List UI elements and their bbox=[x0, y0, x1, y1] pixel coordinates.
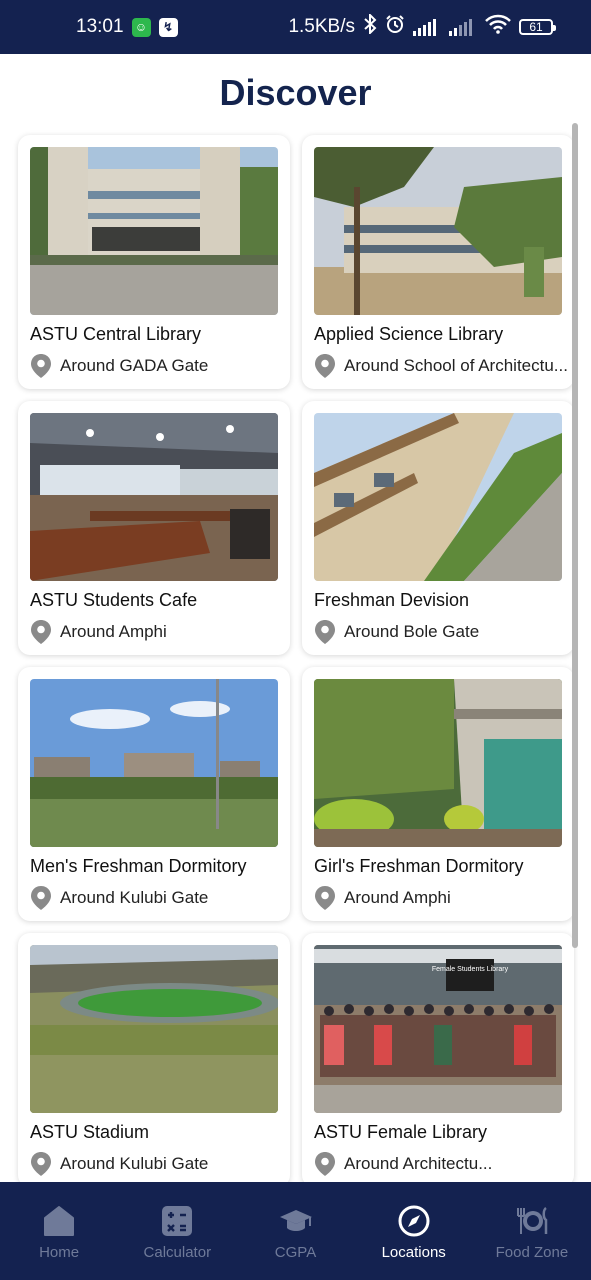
place-location: Around Amphi bbox=[314, 885, 574, 911]
place-location-text: Around Amphi bbox=[344, 888, 451, 907]
place-photo bbox=[30, 413, 278, 581]
calculator-icon bbox=[162, 1206, 193, 1236]
battery-icon: 61 bbox=[519, 19, 556, 35]
nav-locations-label: Locations bbox=[381, 1244, 446, 1261]
status-time: 13:01 bbox=[76, 16, 124, 37]
food-icon bbox=[516, 1206, 548, 1234]
place-title: Girl's Freshman Dormitory bbox=[314, 856, 524, 876]
nav-food-zone[interactable]: Food Zone bbox=[473, 1182, 591, 1280]
place-title: ASTU Female Library bbox=[314, 1122, 488, 1142]
place-title: ASTU Students Cafe bbox=[30, 590, 198, 610]
compass-icon bbox=[398, 1205, 430, 1237]
bottom-nav: Home Calculator CGPA Locations Food Zone bbox=[0, 1182, 591, 1280]
nav-calculator[interactable]: Calculator bbox=[118, 1182, 236, 1280]
wifi-icon bbox=[485, 14, 511, 40]
location-pin-icon bbox=[315, 620, 335, 644]
place-photo: Female Students Library bbox=[314, 945, 562, 1113]
nav-cgpa-label: CGPA bbox=[274, 1244, 317, 1261]
place-title: ASTU Stadium bbox=[30, 1122, 150, 1142]
place-title: Men's Freshman Dormitory bbox=[30, 856, 247, 876]
place-location-text: Around GADA Gate bbox=[60, 356, 209, 375]
bluetooth-icon bbox=[363, 12, 377, 40]
place-location: Around Kulubi Gate bbox=[30, 1151, 290, 1177]
location-pin-icon bbox=[31, 886, 51, 910]
place-location-text: Around Amphi bbox=[60, 622, 167, 641]
place-location-text: Around School of Architectu... bbox=[344, 356, 568, 375]
place-location: Around Kulubi Gate bbox=[30, 885, 290, 911]
nav-home-label: Home bbox=[39, 1244, 80, 1261]
place-card-central-library[interactable]: ASTU Central Library Around GADA Gate bbox=[18, 135, 290, 389]
nav-calculator-label: Calculator bbox=[143, 1244, 212, 1261]
place-location: Around GADA Gate bbox=[30, 353, 290, 379]
place-photo bbox=[314, 147, 562, 315]
status-left: 13:01 ☺ ↯ bbox=[76, 16, 178, 38]
place-location-text: Around Bole Gate bbox=[344, 622, 480, 641]
place-card-girls-freshman-dormitory[interactable]: Girl's Freshman Dormitory Around Amphi bbox=[302, 667, 574, 921]
place-location-text: Around Architectu... bbox=[344, 1154, 493, 1173]
place-photo bbox=[314, 413, 562, 581]
location-pin-icon bbox=[31, 354, 51, 378]
place-card-applied-science-library[interactable]: Applied Science Library Around School of… bbox=[302, 135, 574, 389]
place-location: Around School of Architectu... bbox=[314, 353, 574, 379]
alarm-icon bbox=[385, 14, 405, 40]
place-card-astu-stadium[interactable]: ASTU Stadium Around Kulubi Gate bbox=[18, 933, 290, 1187]
status-bar: 13:01 ☺ ↯ 1.5KB/s 61 bbox=[0, 0, 591, 54]
network-speed: 1.5KB/s bbox=[288, 16, 355, 37]
place-photo bbox=[30, 147, 278, 315]
place-photo bbox=[30, 945, 278, 1113]
app-notification-icon-2: ↯ bbox=[158, 17, 178, 37]
place-card-female-library[interactable]: Female Students Library ASTU Female Libr… bbox=[302, 933, 574, 1187]
nav-cgpa[interactable]: CGPA bbox=[236, 1182, 354, 1280]
app-notification-icon: ☺ bbox=[131, 17, 151, 37]
status-right: 1.5KB/s 61 bbox=[288, 12, 556, 40]
graduation-cap-icon bbox=[279, 1210, 312, 1231]
page-title: Discover bbox=[219, 72, 372, 113]
signal-icon bbox=[413, 18, 441, 36]
place-location: Around Architectu... bbox=[314, 1151, 574, 1177]
battery-level: 61 bbox=[529, 20, 543, 34]
location-pin-icon bbox=[315, 886, 335, 910]
location-pin-icon bbox=[31, 1152, 51, 1176]
place-card-mens-freshman-dormitory[interactable]: Men's Freshman Dormitory Around Kulubi G… bbox=[18, 667, 290, 921]
place-card-freshman-devision[interactable]: Freshman Devision Around Bole Gate bbox=[302, 401, 574, 655]
location-pin-icon bbox=[315, 354, 335, 378]
nav-locations[interactable]: Locations bbox=[355, 1182, 473, 1280]
place-title: Applied Science Library bbox=[314, 324, 504, 344]
location-pin-icon bbox=[31, 620, 51, 644]
home-icon bbox=[44, 1206, 75, 1236]
place-location-text: Around Kulubi Gate bbox=[60, 1154, 209, 1173]
location-pin-icon bbox=[315, 1152, 335, 1176]
nav-food-zone-label: Food Zone bbox=[495, 1244, 569, 1261]
scrollbar[interactable] bbox=[572, 123, 578, 948]
signal-icon-2 bbox=[449, 18, 477, 36]
place-location: Around Bole Gate bbox=[314, 619, 574, 645]
place-photo bbox=[314, 679, 562, 847]
place-location-text: Around Kulubi Gate bbox=[60, 888, 209, 907]
place-photo bbox=[30, 679, 278, 847]
nav-home[interactable]: Home bbox=[0, 1182, 118, 1280]
place-title: Freshman Devision bbox=[314, 590, 470, 610]
place-location: Around Amphi bbox=[30, 619, 290, 645]
place-title: ASTU Central Library bbox=[30, 324, 202, 344]
photo-sign-text: Female Students Library bbox=[432, 966, 509, 973]
place-card-students-cafe[interactable]: ASTU Students Cafe Around Amphi bbox=[18, 401, 290, 655]
